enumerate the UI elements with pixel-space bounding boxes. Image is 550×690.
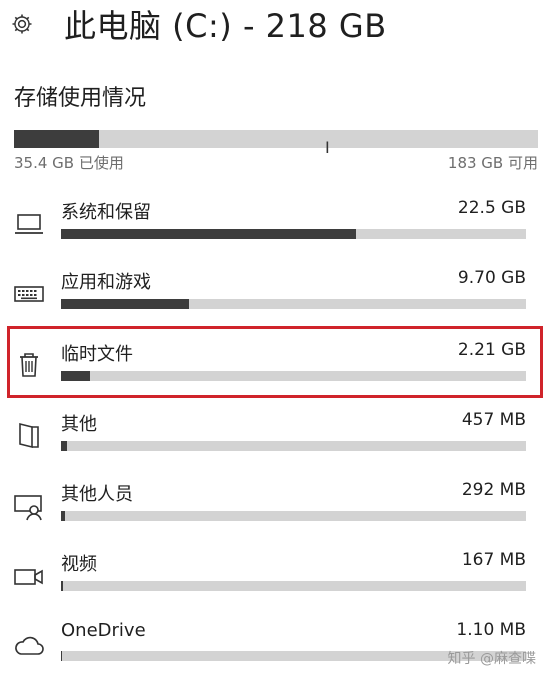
- item-label: OneDrive: [61, 620, 146, 641]
- free-label: 183 GB 可用: [447, 154, 538, 172]
- overall-usage-bar: [14, 130, 538, 148]
- page-title: 此电脑 (C:) - 218 GB: [64, 7, 387, 45]
- item-label: 其他: [61, 414, 97, 435]
- item-usage-bar: [61, 229, 526, 239]
- item-usage-fill: [61, 581, 64, 591]
- item-size: 167 MB: [461, 550, 526, 570]
- item-label: 其他人员: [61, 484, 133, 505]
- item-label: 系统和保留: [61, 202, 151, 223]
- text-cursor-icon: I: [325, 138, 330, 157]
- video-icon: [14, 569, 43, 585]
- item-usage-fill: [61, 441, 68, 451]
- gear-icon[interactable]: [10, 12, 34, 36]
- item-size: 292 MB: [461, 480, 526, 500]
- storage-item-other-people[interactable]: 其他人员 292 MB: [0, 480, 550, 550]
- overall-usage-fill: [14, 130, 99, 148]
- item-usage-fill: [61, 511, 65, 521]
- item-label: 应用和游戏: [61, 272, 151, 293]
- item-usage-fill: [61, 229, 357, 239]
- item-size: 22.5 GB: [457, 198, 526, 218]
- item-usage-fill: [61, 651, 62, 661]
- cloud-icon: [15, 636, 44, 655]
- item-size: 457 MB: [461, 410, 526, 430]
- item-label: 视频: [61, 554, 97, 575]
- item-usage-bar: [61, 581, 526, 591]
- item-usage-bar: [61, 299, 526, 309]
- page-header: 此电脑 (C:) - 218 GB: [10, 4, 387, 45]
- document-icon: [19, 422, 39, 449]
- user-icon: [14, 495, 42, 521]
- storage-item-videos[interactable]: 视频 167 MB: [0, 550, 550, 620]
- temp-files-highlight-box: [7, 326, 543, 398]
- item-size: 1.10 MB: [456, 620, 526, 640]
- laptop-icon: [15, 214, 43, 234]
- item-usage-bar: [61, 511, 526, 521]
- storage-section-title: 存储使用情况: [14, 86, 147, 111]
- watermark: 知乎 @麻查喋: [447, 651, 536, 667]
- item-size: 9.70 GB: [457, 268, 526, 288]
- keyboard-icon: [14, 286, 44, 302]
- storage-item-other[interactable]: 其他 457 MB: [0, 410, 550, 480]
- storage-item-system[interactable]: 系统和保留 22.5 GB: [0, 198, 550, 268]
- item-usage-fill: [61, 299, 189, 309]
- used-label: 35.4 GB 已使用: [14, 154, 124, 172]
- item-usage-bar: [61, 441, 526, 451]
